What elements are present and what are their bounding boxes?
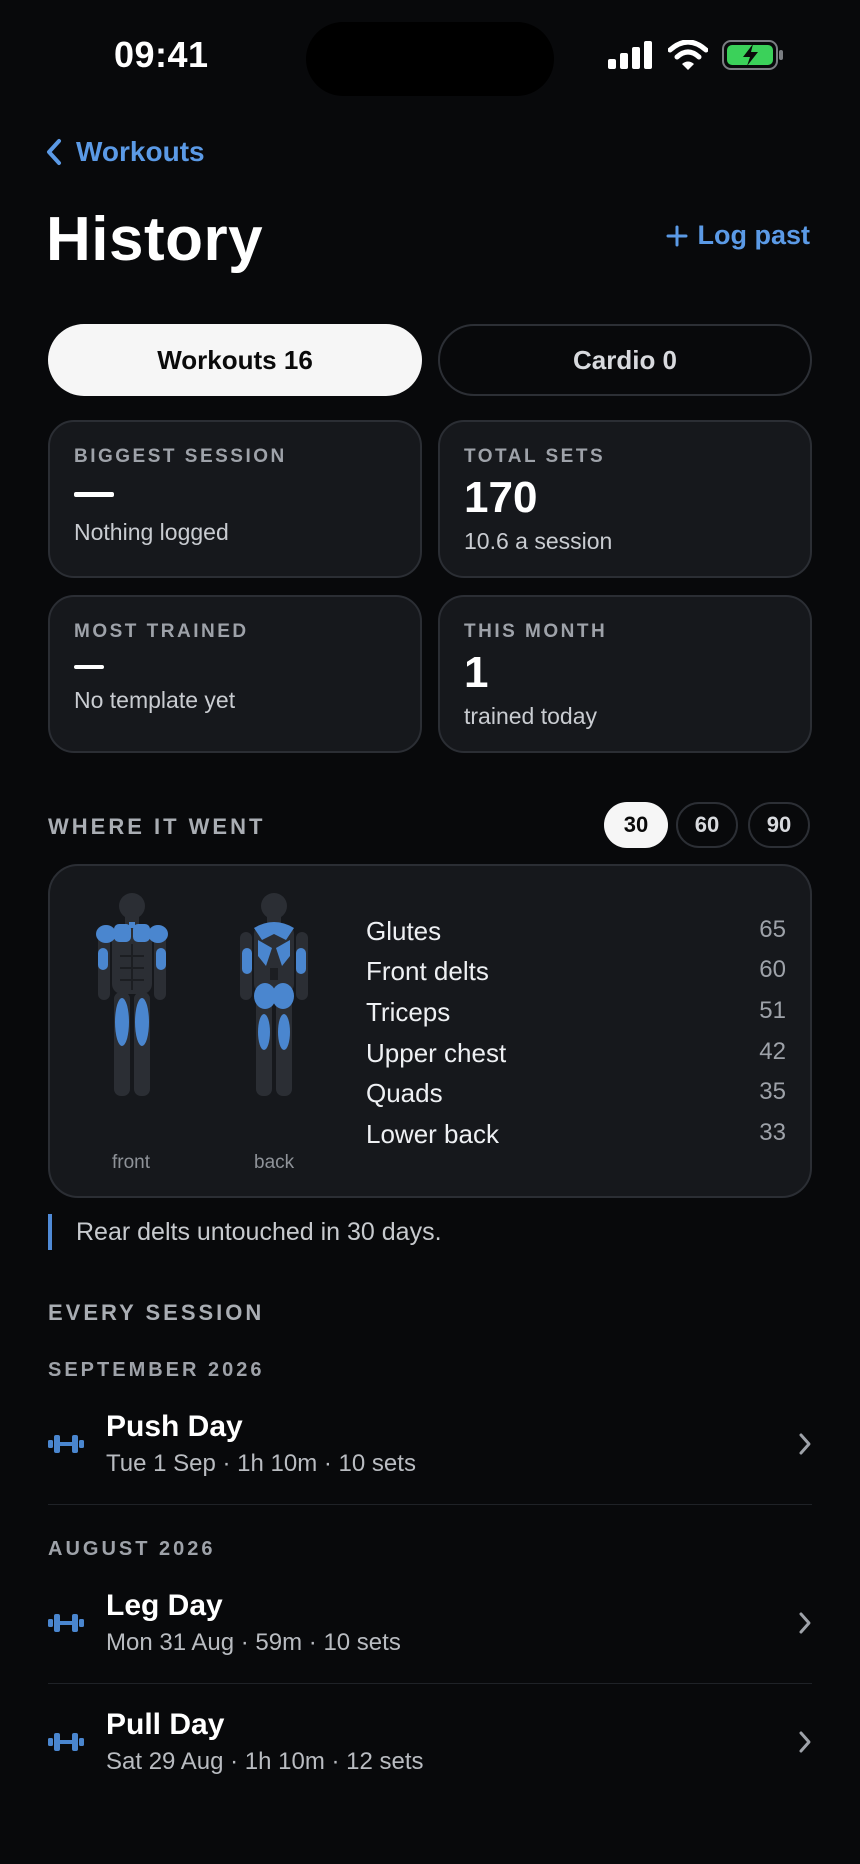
dynamic-island — [306, 22, 554, 96]
muscle-row: Triceps 51 — [366, 997, 786, 1028]
stat-sub: 10.6 a session — [464, 528, 613, 554]
every-session-title: EVERY SESSION — [48, 1300, 265, 1325]
stat-value: 1 — [464, 648, 489, 697]
back-body-diagram — [240, 893, 308, 1096]
muscle-row: Front delts 60 — [366, 956, 786, 987]
stat-label: THIS MONTH — [464, 621, 608, 642]
muscle-row: Glutes 65 — [366, 916, 786, 947]
stat-card-total-sets: TOTAL SETS 170 10.6 a session — [438, 420, 812, 578]
status-time: 09:41 — [114, 34, 209, 75]
stat-card-most-trained: MOST TRAINED No template yet — [48, 595, 422, 753]
range-60-button[interactable]: 60 — [676, 802, 738, 848]
muscle-row: Upper chest 42 — [366, 1038, 786, 1069]
battery-charging-icon — [722, 40, 783, 70]
empty-value-dash — [74, 492, 114, 497]
session-meta: Tue 1 Sep · 1h 10m · 10 sets — [106, 1450, 416, 1477]
untouched-note: Rear delts untouched in 30 days. — [48, 1214, 442, 1250]
muscle-row: Quads 35 — [366, 1078, 786, 1109]
log-past-label: Log past — [697, 220, 811, 250]
stat-sub: No template yet — [74, 687, 236, 713]
muscle-name: Lower back — [366, 1119, 499, 1149]
muscle-name: Quads — [366, 1078, 443, 1108]
divider — [48, 1504, 812, 1505]
divider — [48, 1683, 812, 1684]
stat-card-biggest-session: BIGGEST SESSION Nothing logged — [48, 420, 422, 578]
stat-label: MOST TRAINED — [74, 621, 249, 642]
muscle-row: Lower back 33 — [366, 1119, 786, 1150]
signal-icon — [608, 41, 652, 69]
back-caption: back — [254, 1152, 295, 1173]
session-title: Leg Day — [106, 1589, 223, 1622]
stat-label: TOTAL SETS — [464, 446, 606, 467]
stat-sub: Nothing logged — [74, 519, 229, 545]
stat-value: 170 — [464, 473, 538, 522]
stat-label: BIGGEST SESSION — [74, 446, 287, 467]
session-meta: Mon 31 Aug · 59m · 10 sets — [106, 1629, 401, 1656]
back-button[interactable]: Workouts — [46, 136, 205, 168]
muscle-name: Front delts — [366, 956, 489, 986]
session-row[interactable]: Pull Day Sat 29 Aug · 1h 10m · 12 sets — [48, 1692, 812, 1792]
muscle-value: 65 — [759, 916, 786, 943]
back-label: Workouts — [76, 136, 205, 167]
tab-workouts[interactable]: Workouts 16 — [48, 324, 422, 396]
stat-sub: trained today — [464, 703, 597, 729]
chevron-right-icon — [799, 1731, 811, 1753]
log-past-button[interactable]: Log past — [666, 220, 811, 251]
page-title: History — [46, 205, 264, 274]
session-row[interactable]: Push Day Tue 1 Sep · 1h 10m · 10 sets — [48, 1394, 812, 1494]
month-label: AUGUST 2026 — [48, 1538, 216, 1560]
dumbbell-icon — [48, 1614, 84, 1632]
session-row[interactable]: Leg Day Mon 31 Aug · 59m · 10 sets — [48, 1573, 812, 1673]
dumbbell-icon — [48, 1435, 84, 1453]
muscle-value: 60 — [759, 956, 786, 983]
tab-cardio[interactable]: Cardio 0 — [438, 324, 812, 396]
range-30-button[interactable]: 30 — [604, 802, 668, 848]
muscle-name: Upper chest — [366, 1038, 507, 1068]
muscle-value: 35 — [759, 1078, 786, 1105]
muscle-value: 51 — [759, 997, 786, 1024]
empty-value-dash — [74, 665, 104, 669]
wifi-icon — [668, 40, 708, 70]
muscle-value: 42 — [759, 1038, 786, 1065]
dumbbell-icon — [48, 1733, 84, 1751]
stat-card-this-month: THIS MONTH 1 trained today — [438, 595, 812, 753]
plus-icon — [666, 225, 687, 246]
chevron-left-icon — [47, 139, 61, 165]
where-it-went-title: WHERE IT WENT — [48, 814, 266, 839]
chevron-right-icon — [799, 1433, 811, 1455]
front-caption: front — [112, 1152, 151, 1173]
chevron-right-icon — [799, 1612, 811, 1634]
month-label: SEPTEMBER 2026 — [48, 1359, 265, 1381]
muscle-name: Glutes — [366, 916, 442, 946]
session-title: Push Day — [106, 1410, 243, 1443]
status-icons — [608, 40, 784, 70]
muscle-name: Triceps — [366, 997, 451, 1027]
muscle-value: 33 — [759, 1119, 786, 1146]
session-meta: Sat 29 Aug · 1h 10m · 12 sets — [106, 1748, 424, 1775]
session-title: Pull Day — [106, 1708, 225, 1741]
front-body-diagram — [96, 893, 168, 1096]
range-90-button[interactable]: 90 — [748, 802, 810, 848]
